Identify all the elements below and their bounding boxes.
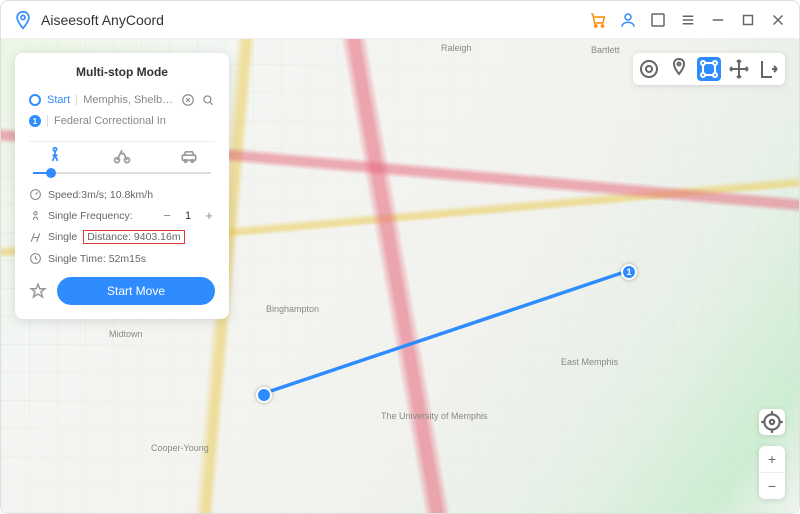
map-label: East Memphis [561,357,618,367]
distance-prefix: Single [48,231,77,243]
time-text: Single Time: 52m15s [48,253,146,265]
slider-thumb[interactable] [46,168,56,178]
pin-icon[interactable] [667,57,691,81]
distance-text: Distance: 9403.16m [87,231,180,243]
search-icon[interactable] [201,93,215,107]
divider [47,115,48,127]
cart-icon[interactable] [589,11,607,29]
distance-icon [29,231,42,244]
start-move-button[interactable]: Start Move [57,277,215,305]
zoom-control: + − [759,446,785,499]
speedometer-icon [29,188,42,201]
panel-footer: Start Move [29,277,215,305]
start-location-input[interactable]: Memphis, Shelby Cour [83,94,175,106]
start-label: Start [47,94,70,106]
time-row: Single Time: 52m15s [29,248,215,269]
favorite-icon[interactable] [29,282,47,300]
maximize-icon[interactable] [739,11,757,29]
stop-row-1: 1 Federal Correctional In [29,111,215,131]
frequency-icon [29,209,42,222]
app-title: Aiseesoft AnyCoord [41,12,164,28]
stop-number: 1 [33,117,37,126]
frequency-stepper: − 1 + [161,210,215,222]
menu-icon[interactable] [679,11,697,29]
titlebar-right [589,11,787,29]
map-label: Binghampton [266,304,319,314]
route-point-1[interactable]: 1 [621,264,637,280]
walk-mode-icon[interactable] [35,146,75,166]
map-tools [633,53,785,85]
locate-icon[interactable] [637,57,661,81]
map-label: Cooper-Young [151,443,209,453]
multistop-icon[interactable] [697,57,721,81]
app-logo-icon [13,10,33,30]
bike-mode-icon[interactable] [102,146,142,166]
freq-decrement-button[interactable]: − [161,210,173,222]
map-label: Midtown [109,329,143,339]
close-icon[interactable] [769,11,787,29]
divider [76,94,77,106]
export-icon[interactable] [757,57,781,81]
stop-number-icon: 1 [29,115,41,127]
speed-text: Speed:3m/s; 10.8km/h [48,189,153,201]
distance-row: Single Distance: 9403.16m [29,226,215,248]
map-label: Raleigh [441,43,472,53]
start-dot-icon [29,94,41,106]
map-label: The University of Memphis [381,411,488,421]
speed-row: Speed:3m/s; 10.8km/h [29,184,215,205]
recenter-icon[interactable] [759,409,785,435]
car-mode-icon[interactable] [169,146,209,166]
panel-title: Multi-stop Mode [29,65,215,79]
distance-highlight: Distance: 9403.16m [83,230,184,244]
fullscreen-icon[interactable] [649,11,667,29]
route-point-number: 1 [626,267,631,277]
clock-icon [29,252,42,265]
move-icon[interactable] [727,57,751,81]
main-area: Raleigh Bartlett Midtown East Memphis Co… [1,39,799,513]
stop-row-start: Start Memphis, Shelby Cour [29,89,215,111]
travel-mode-row [29,141,215,166]
zoom-in-button[interactable]: + [759,446,785,472]
user-icon[interactable] [619,11,637,29]
map-label: Bartlett [591,45,620,55]
titlebar-left: Aiseesoft AnyCoord [13,10,164,30]
minimize-icon[interactable] [709,11,727,29]
control-panel: Multi-stop Mode Start Memphis, Shelby Co… [15,53,229,319]
zoom-out-button[interactable]: − [759,473,785,499]
freq-increment-button[interactable]: + [203,210,215,222]
titlebar: Aiseesoft AnyCoord [1,1,799,39]
stop-1-location-input[interactable]: Federal Correctional In [54,115,215,127]
speed-slider[interactable] [33,168,211,178]
freq-value: 1 [183,210,193,222]
frequency-label: Single Frequency: [48,210,133,222]
frequency-row: Single Frequency: − 1 + [29,205,215,226]
route-point-start[interactable] [256,387,272,403]
clear-icon[interactable] [181,93,195,107]
